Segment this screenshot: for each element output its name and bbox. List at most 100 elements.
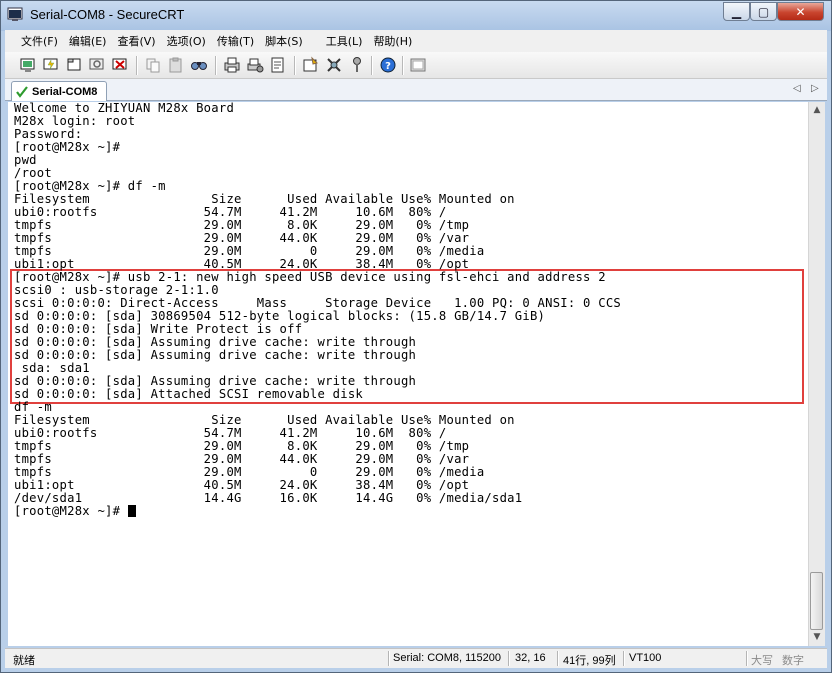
disconnect-icon[interactable]	[111, 56, 129, 74]
status-separator	[388, 651, 390, 666]
print-icon[interactable]	[223, 56, 241, 74]
status-emulation: VT100	[629, 652, 662, 664]
menu-edit[interactable]: 编辑(E)	[69, 33, 107, 49]
menu-tools[interactable]: 工具(L)	[326, 33, 363, 49]
terminal-line-text: [root@M28x ~]#	[14, 504, 128, 518]
terminal-line-text: ubi0:rootfs 54.7M 41.2M 10.6M 80% /	[14, 205, 447, 219]
terminal-line-text: tmpfs 29.0M 44.0K 29.0M 0% /var	[14, 231, 470, 245]
connect-tab-icon[interactable]	[65, 56, 83, 74]
status-cursor-position: 32, 16	[515, 652, 546, 664]
close-button[interactable]: ✕	[777, 2, 824, 21]
scroll-down-icon[interactable]: ▼	[809, 629, 825, 645]
terminal-line-text: ubi1:opt 40.5M 24.0K 38.4M 0% /opt	[14, 257, 470, 271]
terminal-line-text: sda: sda1	[14, 361, 90, 375]
menu-bar: 文件(F) 编辑(E) 查看(V) 选项(O) 传输(T) 脚本(S) 工具(L…	[5, 30, 827, 52]
terminal-line-text: sd 0:0:0:0: [sda] 30869504 512-byte logi…	[14, 309, 546, 323]
terminal-line-text: ubi0:rootfs 54.7M 41.2M 10.6M 80% /	[14, 426, 447, 440]
terminal-line-text: sd 0:0:0:0: [sda] Attached SCSI removabl…	[14, 387, 364, 401]
svg-text:?: ?	[385, 61, 391, 72]
status-num-lock: 数字	[782, 655, 804, 667]
terminal-line-text: sd 0:0:0:0: [sda] Write Protect is off	[14, 322, 303, 336]
terminal-line-text: scsi0 : usb-storage 2-1:1.0	[14, 283, 219, 297]
status-ready: 就绪	[13, 655, 35, 667]
status-separator	[508, 651, 510, 666]
terminal-line-text: Filesystem Size Used Available Use% Moun…	[14, 192, 515, 206]
menu-transfer[interactable]: 传输(T)	[217, 33, 254, 49]
terminal-line-text: [root@M28x ~]# usb 2-1: new high speed U…	[14, 270, 606, 284]
tab-serial-com8[interactable]: Serial-COM8	[11, 81, 107, 101]
toolbar: ?	[5, 52, 827, 79]
status-connection: Serial: COM8, 115200	[393, 652, 502, 664]
scrollbar-thumb[interactable]	[810, 572, 823, 630]
connect-icon[interactable]	[19, 56, 37, 74]
status-separator	[746, 651, 748, 666]
keymap-icon[interactable]	[325, 56, 343, 74]
toolbar-separator	[402, 56, 404, 75]
menu-help[interactable]: 帮助(H)	[373, 33, 412, 49]
terminal-screen[interactable]: Welcome to ZHIYUAN M28x Board M28x login:…	[8, 102, 808, 646]
scroll-up-icon[interactable]: ▲	[809, 102, 825, 118]
minimize-icon: ▁	[731, 4, 742, 19]
help-icon[interactable]: ?	[379, 56, 397, 74]
menu-view[interactable]: 查看(V)	[117, 33, 155, 49]
terminal-line-text: df -m	[14, 400, 52, 414]
terminal-line: [root@M28x ~]#	[14, 505, 136, 518]
terminal-cursor	[127, 505, 136, 517]
window-title: Serial-COM8 - SecureCRT	[30, 7, 185, 22]
quick-connect-icon[interactable]	[42, 56, 60, 74]
status-caps-lock: 大写	[751, 655, 773, 667]
terminal-line-text: sd 0:0:0:0: [sda] Assuming drive cache: …	[14, 335, 417, 349]
connected-check-icon	[16, 85, 28, 98]
vertical-scrollbar[interactable]: ▲ ▼	[808, 102, 825, 646]
tab-scroll-left-icon[interactable]: ◁	[793, 83, 801, 94]
app-window: Serial-COM8 - SecureCRT ▁ ▢ ✕ 文件(F) 编辑(E…	[0, 0, 832, 673]
terminal-line-text: sd 0:0:0:0: [sda] Assuming drive cache: …	[14, 374, 417, 388]
securecrt-app-icon	[7, 7, 23, 21]
minimize-button[interactable]: ▁	[723, 2, 750, 21]
terminal-line-text: pwd	[14, 153, 37, 167]
key-icon[interactable]	[348, 56, 366, 74]
status-separator	[557, 651, 559, 666]
maximize-button[interactable]: ▢	[750, 2, 777, 21]
print-setup-icon[interactable]	[246, 56, 264, 74]
menu-options[interactable]: 选项(O)	[167, 33, 206, 49]
status-separator	[623, 651, 625, 666]
paste-icon[interactable]	[167, 56, 185, 74]
terminal-line-text: scsi 0:0:0:0: Direct-Access Mass Storage…	[14, 296, 621, 310]
tab-scroll-right-icon[interactable]: ▷	[811, 83, 819, 94]
reconnect-icon[interactable]	[88, 56, 106, 74]
terminal-line-text: Filesystem Size Used Available Use% Moun…	[14, 413, 515, 427]
terminal-line: sd 0:0:0:0: [sda] Attached SCSI removabl…	[14, 388, 363, 401]
terminal-line-text: tmpfs 29.0M 8.0K 29.0M 0% /tmp	[14, 439, 470, 453]
menu-script[interactable]: 脚本(S)	[265, 33, 303, 49]
menu-file[interactable]: 文件(F)	[21, 33, 58, 49]
sftp-icon[interactable]	[409, 56, 427, 74]
toolbar-separator	[294, 56, 296, 75]
terminal-line-text: [root@M28x ~]#	[14, 140, 121, 154]
log-session-icon[interactable]	[269, 56, 287, 74]
terminal-line-text: sd 0:0:0:0: [sda] Assuming drive cache: …	[14, 348, 417, 362]
terminal-line-text: /root	[14, 166, 52, 180]
terminal-line-text: tmpfs 29.0M 0 29.0M 0% /media	[14, 465, 485, 479]
toolbar-separator	[371, 56, 373, 75]
find-icon[interactable]	[190, 56, 208, 74]
session-options-icon[interactable]	[302, 56, 320, 74]
terminal-line-text: M28x login: root	[14, 114, 136, 128]
terminal-line-text: tmpfs 29.0M 8.0K 29.0M 0% /tmp	[14, 218, 470, 232]
status-bar: 就绪 Serial: COM8, 115200 32, 16 41行, 99列 …	[5, 648, 827, 668]
tab-label: Serial-COM8	[32, 85, 98, 98]
terminal-line-text: ubi1:opt 40.5M 24.0K 38.4M 0% /opt	[14, 478, 470, 492]
terminal-line-text: [root@M28x ~]# df -m	[14, 179, 166, 193]
terminal-line-text: tmpfs 29.0M 0 29.0M 0% /media	[14, 244, 485, 258]
session-tab-bar: Serial-COM8 ◁ ▷	[5, 79, 827, 101]
close-icon: ✕	[795, 4, 806, 19]
toolbar-separator	[215, 56, 217, 75]
status-terminal-size: 41行, 99列	[563, 655, 616, 667]
title-bar[interactable]: Serial-COM8 - SecureCRT ▁ ▢ ✕	[1, 1, 831, 29]
terminal-line-text: Password:	[14, 127, 83, 141]
terminal-line-text: /dev/sda1 14.4G 16.0K 14.4G 0% /media/sd…	[14, 491, 523, 505]
maximize-icon: ▢	[757, 4, 770, 19]
toolbar-separator	[136, 56, 138, 75]
terminal-line-text: tmpfs 29.0M 44.0K 29.0M 0% /var	[14, 452, 470, 466]
copy-icon[interactable]	[144, 56, 162, 74]
